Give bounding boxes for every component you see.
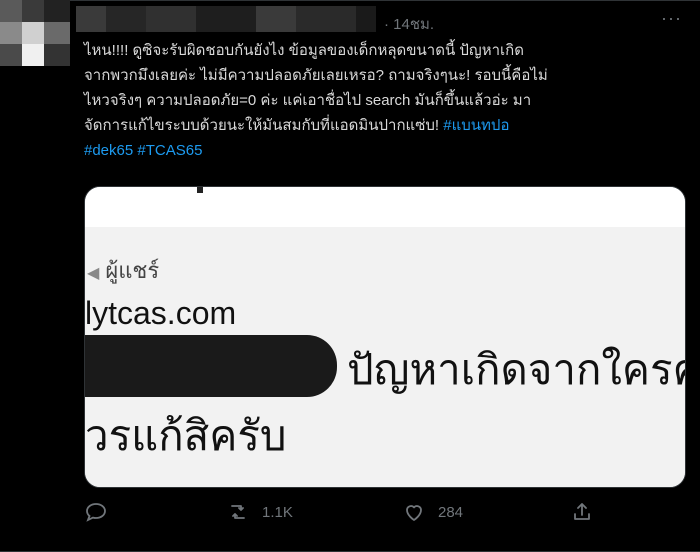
media-url: lytcas.com [85, 295, 237, 331]
media-mark [197, 187, 203, 193]
share-button[interactable] [570, 500, 594, 524]
like-button[interactable]: 284 [402, 500, 463, 524]
like-count: 284 [438, 503, 464, 521]
top-divider [0, 0, 700, 1]
tweet-media-image[interactable]: ◀ ผู้แชร์ lytcas.com ปัญหาเกิดจากใครค วรแ… [84, 186, 686, 488]
heart-icon [406, 505, 422, 521]
tweet-timestamp[interactable]: · 14ชม. [384, 12, 434, 36]
tweet-text-line-part: จัดการแก้ไขระบบด้วยนะให้มันสมกับที่แอดมิ… [84, 117, 440, 134]
triangle-icon: ◀ [87, 265, 100, 282]
hashtag-link[interactable]: #dek65 [84, 142, 133, 159]
hashtag-link[interactable]: #แบนทปอ [443, 117, 509, 134]
tweet-text-line: #dek65 #TCAS65 [84, 138, 684, 163]
tweet-text-line: จัดการแก้ไขระบบด้วยนะให้มันสมกับที่แอดมิ… [84, 113, 684, 138]
tweet-actions: 1.1K 284 [84, 500, 684, 532]
share-icon [574, 503, 590, 520]
more-options-icon[interactable]: ··· [661, 8, 682, 29]
media-redaction-bar [85, 335, 337, 397]
tweet-text-line: จากพวกมึงเลยค่ะ ไม่มีความปลอดภัยเลยเหรอ?… [84, 67, 548, 84]
retweet-icon [231, 505, 245, 519]
media-text-line: วรแก้สิครับ [85, 412, 287, 459]
retweet-count: 1.1K [262, 503, 293, 521]
avatar[interactable] [0, 0, 70, 66]
tweet-text-line: ไหวจริงๆ ความปลอดภัย=0 ค่ะ แค่เอาชื่อไป … [84, 92, 532, 109]
reply-icon [86, 503, 106, 522]
media-shared-label: ◀ ผู้แชร์ [87, 253, 159, 288]
tweet-text-line: ไหน!!!! ดูซิจะรับผิดชอบกันยังไง ข้อมูลขอ… [84, 42, 524, 59]
tweet-text: ไหน!!!! ดูซิจะรับผิดชอบกันยังไง ข้อมูลขอ… [84, 38, 684, 163]
hashtag-link[interactable]: #TCAS65 [137, 142, 202, 159]
media-shared-text: ผู้แชร์ [105, 258, 160, 283]
retweet-button[interactable]: 1.1K [226, 500, 293, 524]
media-header [85, 187, 685, 227]
reply-button[interactable] [84, 500, 120, 524]
author-name-redacted[interactable] [76, 6, 376, 32]
media-text-line: ปัญหาเกิดจากใครค [347, 346, 686, 393]
